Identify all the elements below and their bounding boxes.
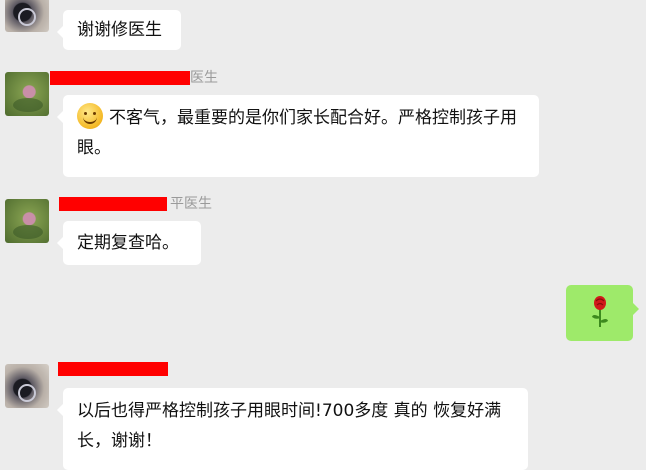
message-bubble[interactable]: 定期复查哈。 bbox=[57, 221, 201, 265]
message-text: 定期复查哈。 bbox=[77, 233, 179, 253]
rose-emoji-icon bbox=[591, 296, 608, 327]
sender-name: 医生 bbox=[190, 70, 218, 86]
sender-name-redacted bbox=[50, 71, 190, 85]
smile-emoji-icon bbox=[77, 103, 103, 129]
message-text: 以后也得严格控制孩子用眼时间!700多度 真的 恢复好满长，谢谢！ bbox=[77, 401, 502, 451]
message-text: 谢谢修医生 bbox=[77, 20, 162, 40]
sender-name: 平医生 bbox=[170, 196, 212, 212]
message-bubble-self[interactable] bbox=[566, 285, 639, 341]
sender-name-redacted bbox=[58, 362, 168, 376]
avatar[interactable] bbox=[5, 0, 49, 32]
message-text: 不客气，最重要的是你们家长配合好。严格控制孩子用眼。 bbox=[77, 108, 517, 158]
avatar[interactable] bbox=[5, 364, 49, 408]
message-bubble[interactable]: 以后也得严格控制孩子用眼时间!700多度 真的 恢复好满长，谢谢！ bbox=[57, 388, 528, 470]
sender-name-redacted bbox=[59, 197, 167, 211]
avatar[interactable] bbox=[5, 72, 49, 116]
message-bubble[interactable]: 不客气，最重要的是你们家长配合好。严格控制孩子用眼。 bbox=[57, 95, 539, 177]
message-bubble[interactable]: 谢谢修医生 bbox=[57, 10, 181, 50]
avatar[interactable] bbox=[5, 199, 49, 243]
